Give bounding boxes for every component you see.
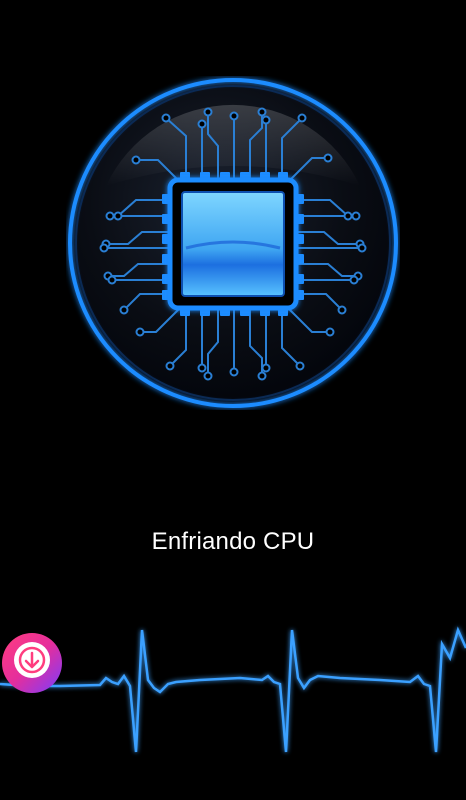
- cpu-cooler-screen: Enfriando CPU: [0, 0, 466, 800]
- status-label: Enfriando CPU: [151, 528, 315, 555]
- heartbeat-wave-icon: [0, 618, 466, 768]
- cpu-chip-icon: [66, 76, 400, 410]
- download-button[interactable]: [1, 632, 63, 694]
